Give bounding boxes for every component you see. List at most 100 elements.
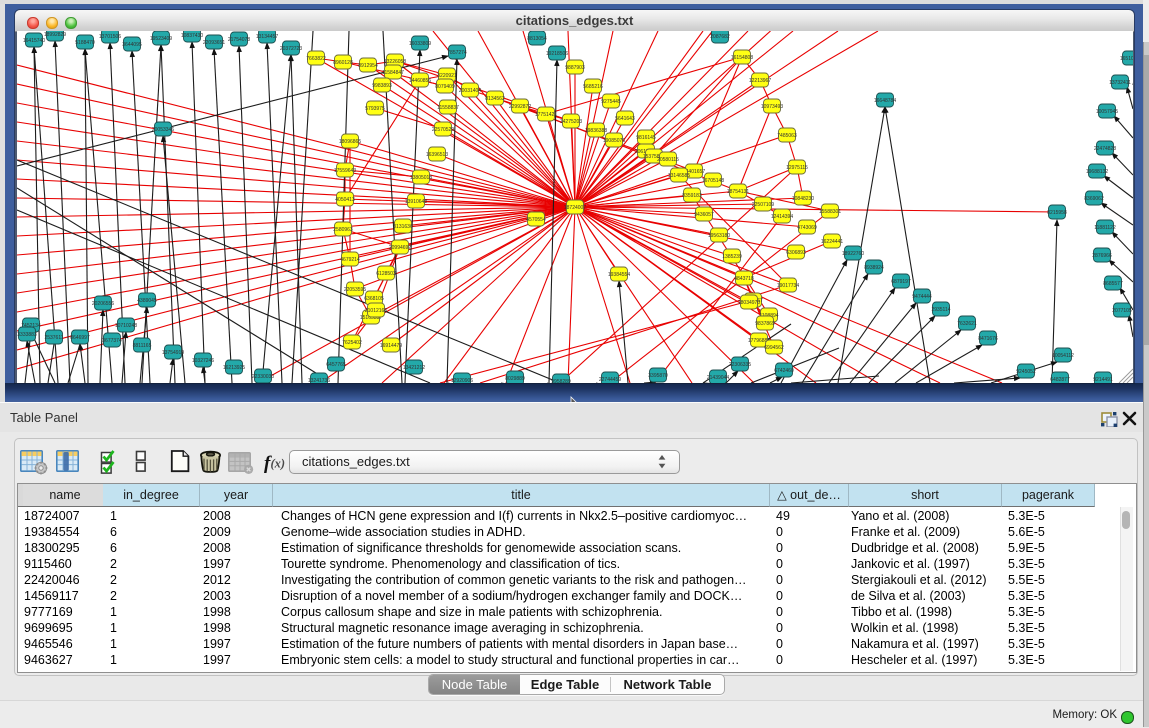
svg-text:15588301: 15588301 bbox=[819, 209, 841, 215]
svg-text:16213925: 16213925 bbox=[223, 365, 245, 371]
svg-text:14460856: 14460856 bbox=[409, 78, 431, 84]
svg-text:6482877: 6482877 bbox=[1050, 377, 1070, 383]
svg-text:8215958: 8215958 bbox=[1047, 210, 1067, 216]
svg-text:20994697: 20994697 bbox=[389, 245, 411, 251]
svg-text:8029889: 8029889 bbox=[505, 376, 525, 382]
svg-text:11881122: 11881122 bbox=[1094, 225, 1116, 231]
svg-text:21754078: 21754078 bbox=[228, 37, 250, 43]
svg-text:18754131: 18754131 bbox=[727, 189, 749, 195]
svg-text:22744459: 22744459 bbox=[599, 377, 621, 383]
svg-text:12920906: 12920906 bbox=[451, 378, 473, 383]
svg-text:19563180: 19563180 bbox=[708, 233, 730, 239]
svg-text:19523409: 19523409 bbox=[150, 36, 172, 42]
svg-text:18922760: 18922760 bbox=[842, 251, 864, 257]
svg-text:19085076: 19085076 bbox=[603, 138, 625, 144]
svg-text:19017734: 19017734 bbox=[777, 283, 799, 289]
svg-text:13226058: 13226058 bbox=[384, 59, 406, 65]
svg-text:4679214: 4679214 bbox=[340, 257, 360, 263]
svg-text:13732411: 13732411 bbox=[1109, 80, 1131, 86]
svg-text:13701506: 13701506 bbox=[99, 34, 121, 40]
svg-text:16396513: 16396513 bbox=[426, 152, 448, 158]
svg-text:13421212: 13421212 bbox=[403, 365, 425, 371]
svg-text:16415740: 16415740 bbox=[23, 38, 45, 44]
svg-text:9837869: 9837869 bbox=[755, 321, 775, 327]
svg-text:5793975: 5793975 bbox=[365, 106, 385, 112]
svg-text:12975115: 12975115 bbox=[786, 165, 808, 171]
svg-text:2087682: 2087682 bbox=[710, 34, 730, 40]
svg-text:4743069: 4743069 bbox=[797, 225, 817, 231]
svg-text:20372723: 20372723 bbox=[280, 46, 302, 52]
svg-text:16705148: 16705148 bbox=[702, 178, 724, 184]
svg-text:9214491: 9214491 bbox=[1093, 377, 1113, 383]
svg-text:8646997: 8646997 bbox=[70, 335, 90, 341]
svg-text:17559643: 17559643 bbox=[334, 168, 356, 174]
svg-text:19218506: 19218506 bbox=[546, 51, 568, 57]
svg-text:9436057: 9436057 bbox=[694, 212, 714, 218]
svg-text:10848230: 10848230 bbox=[792, 196, 814, 202]
svg-text:18724007: 18724007 bbox=[564, 205, 586, 211]
svg-text:14275203: 14275203 bbox=[560, 119, 582, 125]
svg-text:10057945: 10057945 bbox=[1096, 109, 1118, 115]
svg-text:(x): (x) bbox=[271, 457, 286, 471]
svg-text:19688132: 19688132 bbox=[1086, 169, 1108, 175]
svg-text:22093651: 22093651 bbox=[203, 40, 225, 46]
svg-text:17751421: 17751421 bbox=[535, 112, 557, 118]
svg-text:18992829: 18992829 bbox=[44, 32, 66, 38]
svg-text:22474828: 22474828 bbox=[1094, 146, 1116, 152]
svg-text:19384554: 19384554 bbox=[608, 272, 630, 278]
svg-text:10837430: 10837430 bbox=[181, 33, 203, 39]
svg-text:8912954: 8912954 bbox=[358, 63, 378, 69]
svg-text:2537611: 2537611 bbox=[44, 335, 63, 341]
svg-text:20053346: 20053346 bbox=[152, 127, 174, 133]
svg-text:5188470: 5188470 bbox=[75, 40, 95, 46]
svg-text:4050413: 4050413 bbox=[335, 197, 355, 203]
svg-text:11558837: 11558837 bbox=[437, 105, 459, 111]
svg-text:16510878: 16510878 bbox=[1120, 56, 1133, 62]
svg-text:8471676: 8471676 bbox=[978, 336, 998, 342]
svg-text:16224441: 16224441 bbox=[821, 239, 843, 245]
svg-text:13910648: 13910648 bbox=[405, 199, 427, 205]
svg-text:6457765: 6457765 bbox=[326, 362, 346, 368]
svg-text:18096865: 18096865 bbox=[339, 139, 361, 145]
svg-text:16154808: 16154808 bbox=[731, 55, 753, 61]
svg-text:8079409: 8079409 bbox=[435, 84, 455, 90]
svg-text:8134562: 8134562 bbox=[485, 96, 505, 102]
svg-text:22306335: 22306335 bbox=[729, 362, 751, 368]
svg-text:8813054: 8813054 bbox=[527, 36, 547, 42]
svg-text:8369062: 8369062 bbox=[1084, 196, 1104, 202]
svg-text:20206556: 20206556 bbox=[92, 301, 114, 307]
svg-text:2580963: 2580963 bbox=[333, 227, 353, 233]
svg-text:2876966: 2876966 bbox=[1092, 253, 1112, 259]
svg-text:13241736: 13241736 bbox=[308, 378, 330, 383]
svg-text:2077105: 2077105 bbox=[1112, 308, 1132, 314]
svg-text:6879197: 6879197 bbox=[891, 279, 911, 285]
svg-text:6306893: 6306893 bbox=[786, 250, 806, 256]
svg-text:22330030: 22330030 bbox=[252, 374, 274, 380]
svg-text:7485063: 7485063 bbox=[777, 133, 797, 139]
svg-text:13146585: 13146585 bbox=[668, 173, 690, 179]
svg-text:16914479: 16914479 bbox=[380, 343, 402, 349]
svg-text:7632621: 7632621 bbox=[957, 321, 977, 327]
svg-text:3131636: 3131636 bbox=[393, 224, 413, 230]
svg-text:5685216: 5685216 bbox=[583, 84, 603, 90]
svg-text:10054112: 10054112 bbox=[1052, 353, 1074, 359]
svg-text:11584847: 11584847 bbox=[382, 70, 404, 76]
svg-text:8811165: 8811165 bbox=[133, 343, 152, 349]
svg-text:7857274: 7857274 bbox=[447, 50, 467, 56]
svg-text:7663822: 7663822 bbox=[306, 56, 326, 62]
svg-text:9887903: 9887903 bbox=[565, 65, 585, 71]
svg-text:3677374: 3677374 bbox=[102, 338, 122, 344]
svg-text:4843718: 4843718 bbox=[734, 276, 754, 282]
svg-text:20031404: 20031404 bbox=[459, 88, 481, 94]
svg-text:20580115: 20580115 bbox=[657, 157, 679, 163]
svg-text:10710248: 10710248 bbox=[115, 323, 137, 329]
svg-text:13134457: 13134457 bbox=[256, 34, 278, 40]
svg-text:13754919: 13754919 bbox=[162, 350, 184, 356]
svg-text:12414394: 12414394 bbox=[771, 214, 793, 220]
svg-text:9958289: 9958289 bbox=[551, 379, 571, 383]
svg-text:3644095: 3644095 bbox=[122, 42, 142, 48]
svg-text:4570554: 4570554 bbox=[526, 217, 546, 223]
svg-text:8359183: 8359183 bbox=[682, 193, 702, 199]
svg-text:9275445: 9275445 bbox=[601, 99, 621, 105]
svg-text:9474444: 9474444 bbox=[912, 294, 932, 300]
